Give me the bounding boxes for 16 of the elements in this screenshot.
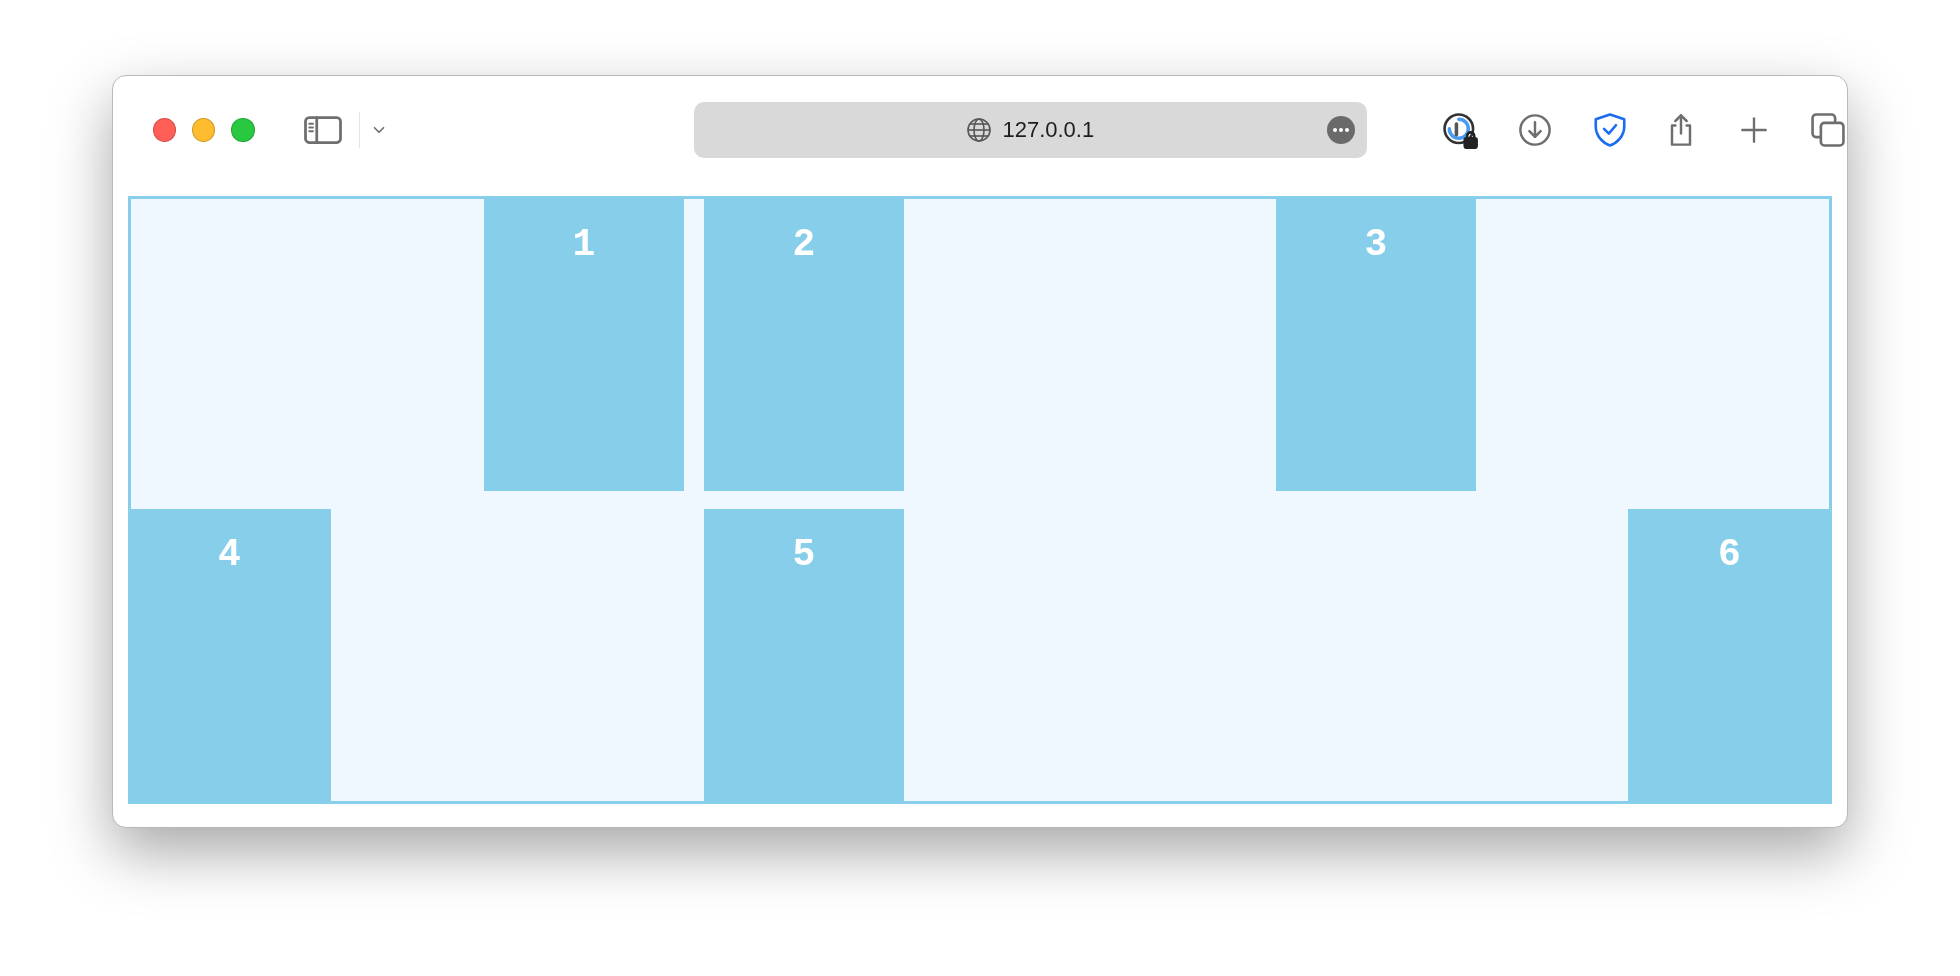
flex-item: 1 (484, 199, 684, 491)
shield-check-icon[interactable] (1591, 111, 1629, 149)
flex-item: 6 (1628, 509, 1831, 801)
globe-icon (966, 117, 993, 143)
flex-item: 4 (128, 509, 331, 801)
flex-item: 2 (704, 199, 904, 491)
address-bar[interactable]: 127.0.0.1 (693, 102, 1367, 158)
zoom-button[interactable] (231, 118, 255, 142)
close-button[interactable] (153, 118, 177, 142)
password-lock-icon[interactable] (1441, 111, 1479, 149)
download-icon[interactable] (1517, 112, 1553, 148)
more-icon[interactable] (1327, 116, 1355, 144)
flex-item: 3 (1276, 199, 1476, 491)
url-text: 127.0.0.1 (1002, 117, 1095, 143)
tabs-icon[interactable] (1809, 111, 1847, 149)
flex-item: 5 (704, 509, 904, 801)
